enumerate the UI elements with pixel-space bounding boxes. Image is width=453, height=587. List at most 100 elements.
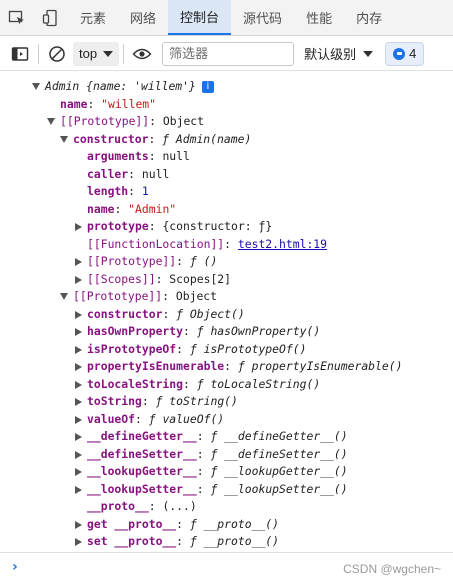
expand-triangle-icon[interactable] (32, 83, 40, 90)
watermark: CSDN @wgchen~ (343, 562, 441, 576)
method-row[interactable]: toLocaleString: ƒ toLocaleString() (75, 376, 320, 394)
chevron-down-icon (363, 50, 374, 57)
method-row[interactable]: __lookupGetter__: ƒ __lookupGetter__() (75, 463, 348, 481)
property-value: ƒ Object() (176, 306, 245, 321)
devtools-tabbar: 元素 网络 控制台 源代码 性能 内存 (0, 0, 453, 36)
device-icon (42, 9, 57, 26)
prototype-row[interactable]: [[Prototype]]: Object (47, 113, 204, 131)
method-row[interactable]: propertyIsEnumerable: ƒ propertyIsEnumer… (75, 358, 402, 376)
inspect-icon (8, 10, 24, 24)
expand-triangle-icon[interactable] (75, 345, 82, 354)
property-value: ƒ Admin(name) (162, 131, 252, 146)
property-key: name (60, 96, 88, 111)
expand-triangle-icon[interactable] (75, 468, 82, 476)
tab-elements[interactable]: 元素 (68, 0, 118, 35)
property-value: ƒ __lookupSetter__() (210, 481, 348, 496)
device-toolbar-button[interactable] (34, 0, 68, 35)
source-link[interactable]: test2.html:19 (238, 237, 327, 251)
console-prompt[interactable]: › CSDN @wgchen~ (0, 552, 453, 587)
property-key: constructor (73, 131, 149, 146)
method-row[interactable]: hasOwnProperty: ƒ hasOwnProperty() (75, 323, 321, 341)
prototype-property-row[interactable]: prototype: {constructor: ƒ} (75, 218, 272, 236)
prototype-row[interactable]: [[Prototype]]: Object (60, 288, 217, 306)
clear-console-button[interactable] (43, 41, 71, 67)
tab-network[interactable]: 网络 (118, 0, 168, 35)
expand-triangle-icon[interactable] (75, 258, 82, 266)
expand-triangle-icon[interactable] (75, 328, 82, 336)
expand-triangle-icon[interactable] (60, 293, 68, 300)
show-sidebar-button[interactable] (6, 41, 34, 67)
prototype-row[interactable]: [[Prototype]]: ƒ () (75, 253, 218, 271)
log-levels-dropdown[interactable]: 默认级别 (304, 44, 374, 63)
accessor-row[interactable]: __proto__: (...) (87, 498, 197, 516)
property-key: __defineSetter__ (87, 446, 197, 461)
expand-triangle-icon[interactable] (75, 380, 82, 389)
live-expression-button[interactable] (128, 41, 156, 67)
expand-triangle-icon[interactable] (75, 398, 82, 406)
property-value: ƒ () (189, 254, 218, 268)
property-value: ƒ __proto__() (189, 516, 280, 531)
console-toolbar: top 默认级别 4 (0, 37, 453, 71)
property-value: null (141, 166, 170, 181)
method-row[interactable]: valueOf: ƒ valueOf() (75, 411, 224, 429)
expand-triangle-icon[interactable] (60, 135, 68, 143)
method-row[interactable]: isPrototypeOf: ƒ isPrototypeOf() (75, 341, 306, 359)
invoke-getter-link[interactable]: (...) (162, 499, 196, 513)
scopes-row[interactable]: [[Scopes]]: Scopes[2] (75, 271, 232, 289)
method-row[interactable]: __defineGetter__: ƒ __defineGetter__() (75, 428, 348, 446)
property-key: hasOwnProperty (87, 324, 184, 338)
property-key: __lookupSetter__ (87, 481, 197, 496)
property-value: Scopes[2] (169, 271, 232, 286)
property-value: 1 (141, 184, 149, 198)
tab-performance[interactable]: 性能 (294, 0, 344, 35)
expand-triangle-icon[interactable] (75, 520, 82, 529)
filter-input[interactable] (162, 41, 295, 66)
toolbar-divider (123, 43, 125, 64)
property-key: [[Prototype]] (60, 114, 150, 128)
expand-triangle-icon[interactable] (75, 275, 82, 284)
tab-console[interactable]: 控制台 (168, 0, 232, 35)
constructor-row[interactable]: constructor: ƒ Admin(name) (60, 131, 252, 149)
method-row[interactable]: constructor: ƒ Object() (75, 306, 245, 324)
property-key: [[Scopes]] (87, 271, 156, 286)
property-key: caller (87, 166, 129, 181)
prompt-chevron-icon: › (12, 559, 18, 575)
property-value: ƒ hasOwnProperty() (196, 324, 321, 338)
context-selector[interactable]: top (73, 41, 120, 66)
property-key: length (87, 184, 129, 198)
expand-triangle-icon[interactable] (75, 223, 82, 231)
property-value: "willem" (101, 96, 157, 111)
property-row: name: "willem" (60, 96, 157, 111)
tab-memory[interactable]: 内存 (344, 0, 394, 35)
chevron-down-icon (103, 50, 114, 57)
expand-triangle-icon[interactable] (75, 433, 82, 441)
clear-icon (49, 45, 65, 62)
method-row[interactable]: __lookupSetter__: ƒ __lookupSetter__() (75, 481, 348, 499)
info-icon[interactable]: i (201, 80, 214, 93)
expand-triangle-icon[interactable] (75, 310, 82, 319)
expand-triangle-icon[interactable] (75, 485, 82, 494)
inspect-element-button[interactable] (0, 0, 34, 35)
eye-icon (132, 48, 152, 59)
sidebar-icon (11, 46, 29, 61)
expand-triangle-icon[interactable] (75, 538, 82, 546)
setter-row[interactable]: set __proto__: ƒ __proto__() (75, 533, 280, 550)
property-value: ƒ toString() (155, 394, 238, 408)
expand-triangle-icon[interactable] (75, 415, 82, 424)
toolbar-divider (38, 43, 39, 64)
method-row[interactable]: toString: ƒ toString() (75, 393, 238, 411)
expand-triangle-icon[interactable] (75, 363, 82, 371)
property-value: ƒ __lookupGetter__() (210, 464, 348, 478)
property-key: constructor (87, 306, 163, 321)
object-row-root[interactable]: Admin {name: 'willem'} i (32, 78, 214, 96)
getter-row[interactable]: get __proto__: ƒ __proto__() (75, 516, 280, 534)
expand-triangle-icon[interactable] (75, 450, 82, 459)
tab-sources[interactable]: 源代码 (231, 0, 294, 35)
property-row: length: 1 (87, 184, 149, 198)
method-row[interactable]: __defineSetter__: ƒ __defineSetter__() (75, 446, 348, 464)
issues-counter[interactable]: 4 (385, 41, 425, 66)
property-row: caller: null (87, 166, 170, 181)
expand-triangle-icon[interactable] (47, 118, 55, 125)
property-value: null (162, 149, 190, 163)
property-value: ƒ __proto__() (189, 534, 280, 548)
